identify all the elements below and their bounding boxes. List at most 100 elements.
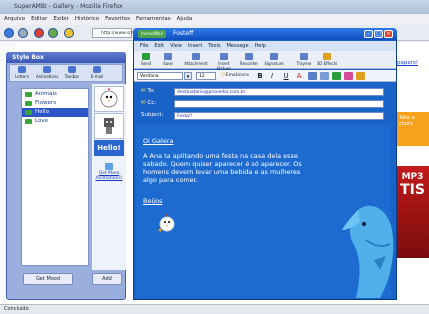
ad-mp3-text: MP3 xyxy=(401,172,424,182)
hello-animation-thumb[interactable]: Hello! xyxy=(94,140,124,156)
category-label: Hello xyxy=(35,109,49,115)
trayme-icon xyxy=(300,53,308,60)
toolbar-label: Signature xyxy=(264,61,284,66)
bold-button[interactable]: B xyxy=(255,70,265,82)
signature-icon xyxy=(270,53,278,60)
ad-big-text: TIS xyxy=(400,182,425,198)
compose-menu-item[interactable]: Insert xyxy=(188,43,202,49)
list-icon[interactable] xyxy=(320,72,329,80)
email-icon xyxy=(93,66,101,73)
send-icon xyxy=(142,53,150,60)
reload-button[interactable] xyxy=(48,28,58,38)
compose-menu-item[interactable]: View xyxy=(170,43,182,49)
compose-menu-item[interactable]: Message xyxy=(227,43,249,49)
text-color-button[interactable]: A xyxy=(294,70,304,82)
animations-tool[interactable]: Animations xyxy=(36,65,58,81)
italic-button[interactable]: I xyxy=(267,70,277,82)
style-box-title: Style Box xyxy=(6,52,126,63)
forward-button[interactable] xyxy=(18,28,28,38)
indent-icon[interactable] xyxy=(332,72,341,80)
attachment-button[interactable]: Attachment xyxy=(183,52,209,68)
category-item-hello[interactable]: Hello xyxy=(22,108,88,117)
font-chevron-down-icon[interactable]: ▾ xyxy=(184,72,192,80)
emoticons-label: Emoticons xyxy=(225,73,250,78)
browser-menu-item[interactable]: Arquivo xyxy=(4,16,25,22)
compose-menu-item[interactable]: Help xyxy=(255,43,266,49)
tool-label: Toolbar xyxy=(64,74,80,79)
browser-menu-item[interactable]: Favoritos xyxy=(105,16,130,22)
category-item-love[interactable]: Love xyxy=(22,117,88,126)
browser-menu-item[interactable]: Histórico xyxy=(75,16,99,22)
papers-link[interactable]: papers! xyxy=(397,60,418,66)
orange-ad[interactable]: Take a chory xyxy=(396,112,429,146)
underline-button[interactable]: U xyxy=(281,70,291,82)
font-name-select[interactable]: Verdana xyxy=(137,72,183,80)
browser-menu-item[interactable]: Ferramentas xyxy=(136,16,171,22)
browser-menu-bar: Arquivo Editar Exibir Histórico Favoritos Fer… xyxy=(0,14,429,25)
minimize-button[interactable]: – xyxy=(364,30,373,38)
compose-title: Fosteff xyxy=(173,30,194,37)
maximize-button[interactable]: □ xyxy=(374,30,383,38)
body-paragraph: A Ana ta aplitando uma festa na casa del… xyxy=(143,152,302,184)
status-bar: Concluído xyxy=(0,304,429,313)
tool-label: Animations xyxy=(36,74,59,79)
compose-title-bar: Fosteff xyxy=(133,28,397,40)
home-button[interactable] xyxy=(64,28,74,38)
recorder-button[interactable]: Recorder xyxy=(238,52,260,68)
toolbar-label: Save xyxy=(163,61,173,66)
signoff-text: Beijos xyxy=(143,197,163,205)
signature-button[interactable]: Signature xyxy=(262,52,286,68)
trayme-button[interactable]: Trayme xyxy=(295,52,313,68)
microphone-icon xyxy=(245,53,253,60)
get-more-label: Get More Animations! xyxy=(95,171,123,181)
chicken-animation-thumb[interactable] xyxy=(94,86,124,112)
letters-tool[interactable]: Letters xyxy=(11,65,33,81)
cc-field[interactable] xyxy=(174,100,384,108)
folder-icon xyxy=(25,101,32,106)
browser-menu-item[interactable]: Ajuda xyxy=(177,16,193,22)
cc-label: ✉ Cc: xyxy=(141,100,156,106)
compose-menu-item[interactable]: Tools xyxy=(208,43,220,49)
address-bar[interactable]: http://www.smile xyxy=(92,28,139,38)
highlight-icon[interactable] xyxy=(344,72,353,80)
emoticons-button[interactable]: ☺Emoticons xyxy=(221,71,251,81)
animations-icon xyxy=(43,66,51,73)
folder-icon xyxy=(25,92,32,97)
folder-icon xyxy=(25,110,32,115)
robot-animation-thumb[interactable] xyxy=(94,113,124,139)
category-item-animals[interactable]: Animals xyxy=(22,90,88,99)
3d-effects-button[interactable]: 3D Effects xyxy=(316,52,338,68)
chicken-icon xyxy=(100,87,118,108)
category-label: Animals xyxy=(35,91,57,97)
paperclip-icon xyxy=(192,53,200,60)
toolbar-icon xyxy=(68,66,76,73)
link-icon[interactable] xyxy=(356,72,365,80)
mp3-ad[interactable]: MP3 TIS xyxy=(396,166,429,258)
download-icon xyxy=(105,163,113,170)
compose-menu-bar: File Edit View Insert Tools Message Help xyxy=(134,41,396,51)
font-size-select[interactable]: 12 xyxy=(196,72,216,80)
get-mood-button[interactable]: Get Mood xyxy=(23,273,73,285)
browser-menu-item[interactable]: Exibir xyxy=(53,16,69,22)
email-tool[interactable]: E-mail xyxy=(86,65,108,81)
toolbar-tool[interactable]: Toolbar xyxy=(61,65,83,81)
compose-menu-item[interactable]: Edit xyxy=(154,43,164,49)
stop-button[interactable] xyxy=(34,28,44,38)
browser-menu-item[interactable]: Editar xyxy=(31,16,47,22)
save-button[interactable]: Save xyxy=(160,52,176,68)
to-label: ✉ To: xyxy=(141,88,155,94)
subject-field[interactable]: Festa!! xyxy=(174,112,384,120)
add-button[interactable]: Add xyxy=(92,273,122,285)
get-more-animations-link[interactable]: Get More Animations! xyxy=(95,163,123,185)
compose-menu-item[interactable]: File xyxy=(140,43,148,49)
align-icon[interactable] xyxy=(308,72,317,80)
tool-label: Letters xyxy=(15,74,29,79)
send-button[interactable]: Send xyxy=(138,52,154,68)
to-field[interactable]: destinatario@provedor.com.br xyxy=(174,88,384,96)
close-button[interactable]: × xyxy=(384,30,393,38)
toolbar-label: 3D Effects xyxy=(316,61,338,66)
category-item-flowers[interactable]: Flowers xyxy=(22,99,88,108)
insert-picture-button[interactable]: Insert Picture xyxy=(211,52,237,71)
folder-icon xyxy=(25,119,32,124)
back-button[interactable] xyxy=(4,28,14,38)
